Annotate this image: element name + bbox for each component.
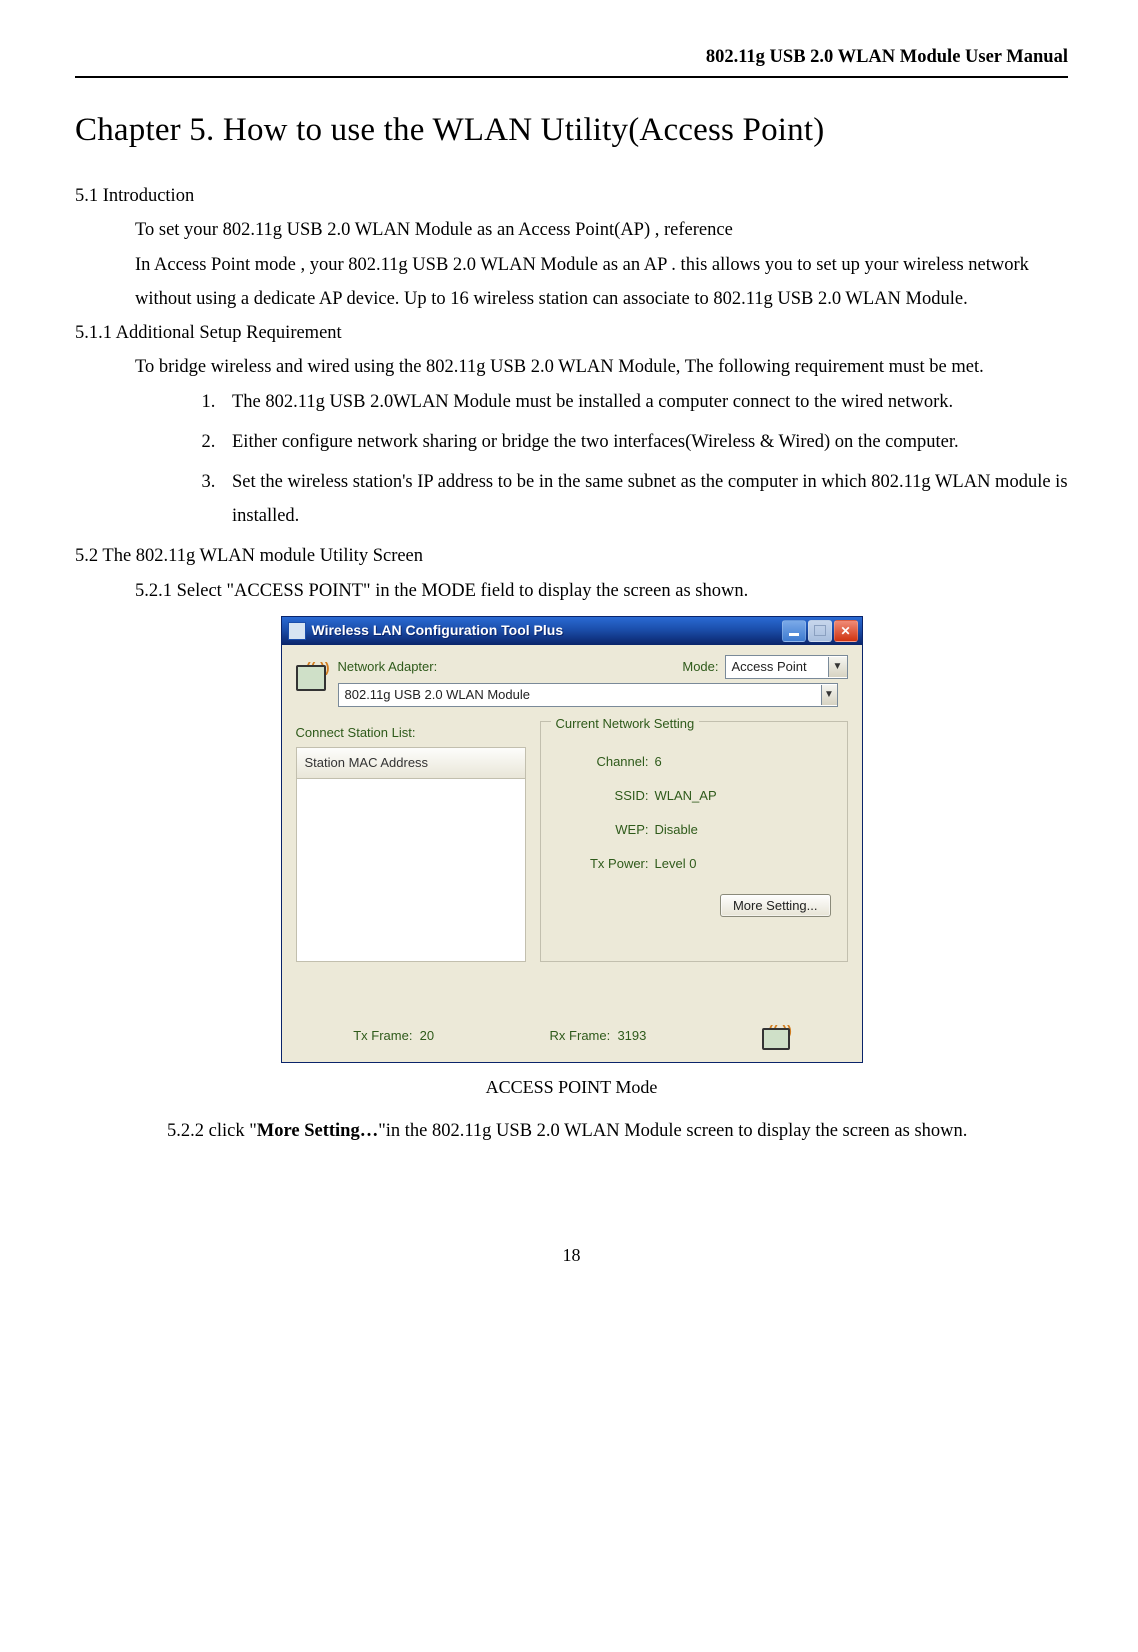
station-mac-header[interactable]: Station MAC Address xyxy=(296,747,526,779)
requirement-item-2: Either configure network sharing or brid… xyxy=(220,425,1068,459)
section-5-2-2: 5.2.2 click "More Setting…"in the 802.11… xyxy=(75,1114,1068,1148)
mode-value: Access Point xyxy=(726,655,828,679)
current-network-setting-legend: Current Network Setting xyxy=(551,712,700,736)
station-list[interactable] xyxy=(296,779,526,962)
figure-caption: ACCESS POINT Mode xyxy=(75,1071,1068,1104)
chevron-down-icon: ▼ xyxy=(821,685,837,705)
current-network-setting-group: Current Network Setting Channel: 6 SSID:… xyxy=(540,721,848,962)
mode-label: Mode: xyxy=(682,655,718,679)
dialog-titlebar: Wireless LAN Configuration Tool Plus xyxy=(282,617,862,645)
more-setting-bold: More Setting… xyxy=(257,1121,378,1141)
section-5-2-1: 5.2.1 Select "ACCESS POINT" in the MODE … xyxy=(135,574,1068,608)
requirement-list: The 802.11g USB 2.0WLAN Module must be i… xyxy=(75,385,1068,534)
requirement-item-3: Set the wireless station's IP address to… xyxy=(220,465,1068,533)
section-5-1-p2: In Access Point mode , your 802.11g USB … xyxy=(135,248,1068,316)
chapter-title: Chapter 5. How to use the WLAN Utility(A… xyxy=(75,100,1068,161)
ssid-label: SSID: xyxy=(557,784,655,808)
mode-select[interactable]: Access Point ▼ xyxy=(725,655,848,679)
maximize-button xyxy=(808,620,832,642)
section-5-2-heading: 5.2 The 802.11g WLAN module Utility Scre… xyxy=(75,539,1068,573)
page-number: 18 xyxy=(75,1239,1068,1272)
minimize-button[interactable] xyxy=(782,620,806,642)
requirement-item-1: The 802.11g USB 2.0WLAN Module must be i… xyxy=(220,385,1068,419)
section-5-1-1-p1: To bridge wireless and wired using the 8… xyxy=(135,350,1068,384)
section-5-2-2-part-b: "in the 802.11g USB 2.0 WLAN Module scre… xyxy=(378,1121,967,1141)
chevron-down-icon: ▼ xyxy=(828,657,847,677)
page-header: 802.11g USB 2.0 WLAN Module User Manual xyxy=(75,40,1068,74)
txpower-value: Level 0 xyxy=(655,852,697,876)
network-adapter-select[interactable]: 802.11g USB 2.0 WLAN Module ▼ xyxy=(338,683,838,707)
more-setting-button[interactable]: More Setting... xyxy=(720,894,831,917)
rx-frame-value: 3193 xyxy=(617,1028,646,1043)
network-adapter-value: 802.11g USB 2.0 WLAN Module xyxy=(339,683,821,707)
section-5-1-heading: 5.1 Introduction xyxy=(75,179,1068,213)
tx-frame-value: 20 xyxy=(420,1028,434,1043)
header-rule xyxy=(75,76,1068,78)
antenna-icon: ((•)) xyxy=(762,1022,790,1050)
tx-frame-label: Tx Frame: xyxy=(353,1028,412,1043)
txpower-label: Tx Power: xyxy=(557,852,655,876)
channel-label: Channel: xyxy=(557,750,655,774)
wlan-config-dialog: Wireless LAN Configuration Tool Plus ((•… xyxy=(281,616,863,1063)
connect-station-list-label: Connect Station List: xyxy=(296,721,526,745)
wep-label: WEP: xyxy=(557,818,655,842)
network-adapter-icon: ((•)) xyxy=(296,655,330,689)
rx-frame-label: Rx Frame: xyxy=(550,1028,611,1043)
section-5-1-1-heading: 5.1.1 Additional Setup Requirement xyxy=(75,316,1068,350)
wep-value: Disable xyxy=(655,818,698,842)
section-5-1-p1: To set your 802.11g USB 2.0 WLAN Module … xyxy=(135,213,1068,247)
dialog-app-icon xyxy=(288,622,306,640)
dialog-title: Wireless LAN Configuration Tool Plus xyxy=(312,618,780,644)
channel-value: 6 xyxy=(655,750,662,774)
close-button[interactable] xyxy=(834,620,858,642)
ssid-value: WLAN_AP xyxy=(655,784,717,808)
section-5-2-2-part-a: 5.2.2 click " xyxy=(167,1121,257,1141)
